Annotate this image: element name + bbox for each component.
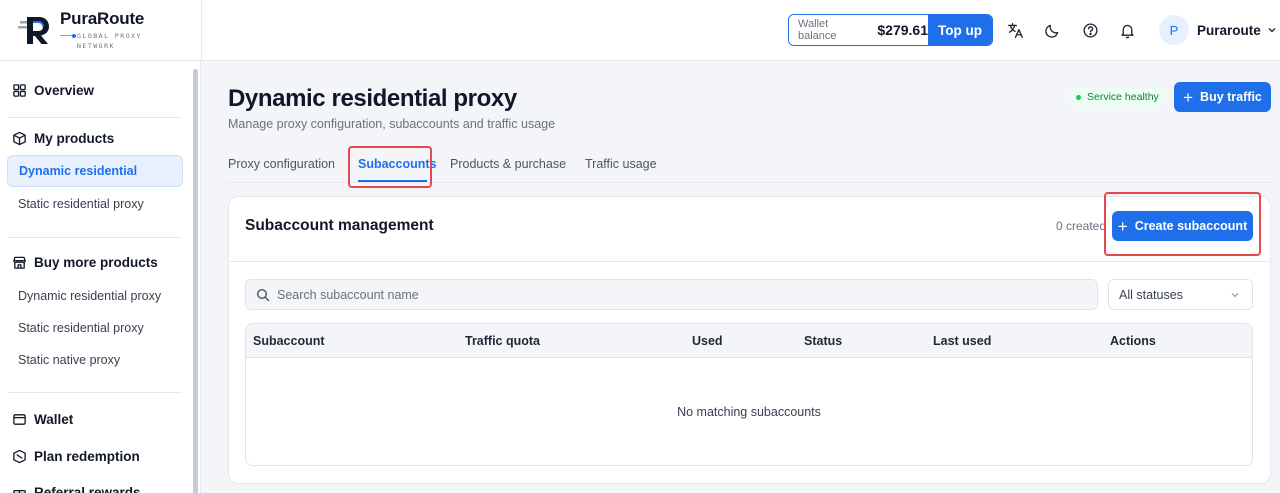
sidebar-item-plan-redemption[interactable]: Plan redemption	[12, 449, 140, 464]
status-badge: Service healthy	[1069, 87, 1166, 107]
sidebar-scrollbar[interactable]	[193, 69, 198, 493]
status-filter-select[interactable]: All statuses	[1108, 279, 1253, 310]
sidebar-item-wallet[interactable]: Wallet	[12, 412, 73, 427]
status-filter-value: All statuses	[1119, 287, 1183, 302]
sidebar-item-label: Referral rewards	[34, 485, 141, 493]
sidebar-item-buy-dynamic-residential[interactable]: Dynamic residential proxy	[18, 289, 161, 303]
chevron-down-icon	[1268, 28, 1276, 33]
highlight-box-create-button	[1104, 192, 1261, 256]
brand-name: PuraRoute	[60, 9, 145, 28]
moon-icon[interactable]	[1042, 20, 1062, 40]
brand-logo-icon	[18, 17, 49, 44]
highlight-box-subaccounts-tab	[348, 146, 432, 188]
section-label: My products	[34, 131, 115, 146]
tab-products-purchase[interactable]: Products & purchase	[450, 157, 566, 171]
section-label: Buy more products	[34, 255, 158, 270]
page-title: Dynamic residential proxy	[228, 85, 517, 112]
sidebar-item-label: Overview	[34, 83, 95, 98]
column-header-traffic-quota[interactable]: Traffic quota	[465, 334, 540, 348]
search-icon	[256, 288, 270, 301]
tab-traffic-usage[interactable]: Traffic usage	[585, 157, 657, 171]
sidebar-item-label: Wallet	[34, 412, 74, 427]
sidebar-item-dynamic-residential[interactable]: Dynamic residential	[7, 155, 183, 187]
column-header-actions: Actions	[1110, 334, 1156, 348]
status-dot-icon	[1076, 94, 1081, 100]
wallet-balance-widget: Wallet balance $279.61 Top up	[788, 14, 993, 46]
brand-tagline: GLOBAL PROXY NETWORK	[77, 32, 142, 50]
wallet-icon	[13, 414, 26, 425]
ticket-icon	[13, 449, 26, 464]
subaccount-table: Subaccount Traffic quota Used Status Las…	[245, 323, 1253, 466]
table-header: Subaccount Traffic quota Used Status Las…	[246, 324, 1252, 358]
sidebar-item-buy-static-native[interactable]: Static native proxy	[18, 353, 120, 367]
bell-icon[interactable]	[1117, 20, 1137, 40]
plus-icon: +	[1183, 87, 1194, 107]
sidebar-item-label: Plan redemption	[34, 449, 140, 464]
grid-icon	[13, 84, 26, 97]
user-menu[interactable]: P Puraroute	[1159, 15, 1277, 45]
search-input[interactable]	[277, 287, 1057, 302]
sidebar-section-my-products[interactable]: My products	[12, 131, 114, 146]
sidebar-item-static-residential[interactable]: Static residential proxy	[18, 197, 144, 211]
gift-icon	[13, 489, 26, 493]
sidebar-item-referral[interactable]: Referral rewards	[12, 485, 141, 493]
translate-icon[interactable]	[1005, 20, 1025, 40]
help-icon[interactable]	[1080, 20, 1100, 40]
avatar: P	[1159, 15, 1189, 45]
card-title: Subaccount management	[245, 217, 434, 234]
top-up-button[interactable]: Top up	[928, 15, 992, 45]
brand[interactable]: PuraRoute GLOBAL PROXY NETWORK	[18, 9, 163, 51]
buy-traffic-button[interactable]: + Buy traffic	[1174, 82, 1271, 112]
search-field[interactable]	[245, 279, 1098, 310]
tab-proxy-configuration[interactable]: Proxy configuration	[228, 157, 335, 171]
column-header-subaccount[interactable]: Subaccount	[253, 334, 325, 348]
sidebar: Overview My products Dynamic residential…	[0, 61, 201, 493]
sidebar-item-buy-static-residential[interactable]: Static residential proxy	[18, 321, 144, 335]
chevron-down-icon	[1231, 292, 1239, 297]
column-header-used[interactable]: Used	[692, 334, 723, 348]
column-header-status[interactable]: Status	[804, 334, 842, 348]
sidebar-item-overview[interactable]: Overview	[12, 83, 94, 98]
store-icon	[13, 256, 26, 269]
wallet-balance-label: Wallet balance	[798, 18, 837, 42]
column-header-last-used[interactable]: Last used	[933, 334, 991, 348]
page-subtitle: Manage proxy configuration, subaccounts …	[228, 117, 556, 131]
created-count: 0 created	[1056, 219, 1107, 233]
top-bar: PuraRoute GLOBAL PROXY NETWORK Wallet ba…	[0, 0, 1280, 61]
sidebar-section-buy-more[interactable]: Buy more products	[12, 255, 158, 270]
wallet-balance-amount: $279.61	[877, 22, 928, 38]
empty-state-message: No matching subaccounts	[677, 405, 821, 419]
user-name: Puraroute	[1197, 22, 1261, 38]
box-icon	[13, 131, 26, 146]
